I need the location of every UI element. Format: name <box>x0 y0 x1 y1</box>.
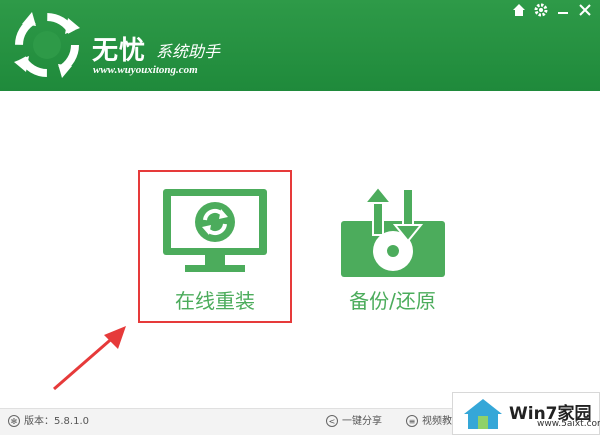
version-text: 版本：5.8.1.0 <box>24 416 89 427</box>
video-label: 视频教 <box>422 416 452 427</box>
close-icon[interactable] <box>577 2 593 18</box>
online-reinstall-label: 在线重装 <box>175 289 255 313</box>
home-icon[interactable] <box>511 2 527 18</box>
minimize-icon[interactable] <box>555 2 571 18</box>
app-title: 无忧 <box>92 36 147 66</box>
watermark-site: www.5aixt.com <box>537 419 600 429</box>
app-subtitle: 系统助手 <box>156 42 221 61</box>
share-button[interactable]: < 一键分享 <box>326 413 382 431</box>
monitor-refresh-icon <box>163 189 267 272</box>
logo-icon <box>14 12 80 78</box>
pointer-arrow-annotation <box>53 326 126 391</box>
backup-restore-tile[interactable]: 备份/还原 <box>325 172 460 321</box>
main-panel: 在线重装 备份/还原 <box>0 91 600 408</box>
app-url: www.wuyouxitong.com <box>93 64 198 76</box>
house-icon <box>464 399 502 429</box>
share-label: 一键分享 <box>342 416 382 427</box>
version-info: ✻ 版本：5.8.1.0 <box>8 413 89 431</box>
info-icon: ✻ <box>8 415 20 427</box>
share-icon: < <box>326 415 338 427</box>
online-reinstall-tile[interactable]: 在线重装 <box>140 172 290 321</box>
app-header: 无忧 系统助手 www.wuyouxitong.com <box>0 0 600 91</box>
gear-icon[interactable] <box>533 2 549 18</box>
watermark-overlay: Win7家园 www.5aixt.com <box>452 392 600 435</box>
video-tutorial-button[interactable]: ≡ 视频教 <box>406 413 452 431</box>
backup-restore-label: 备份/还原 <box>349 289 436 313</box>
disk-backup-icon <box>341 185 445 277</box>
video-icon: ≡ <box>406 415 418 427</box>
